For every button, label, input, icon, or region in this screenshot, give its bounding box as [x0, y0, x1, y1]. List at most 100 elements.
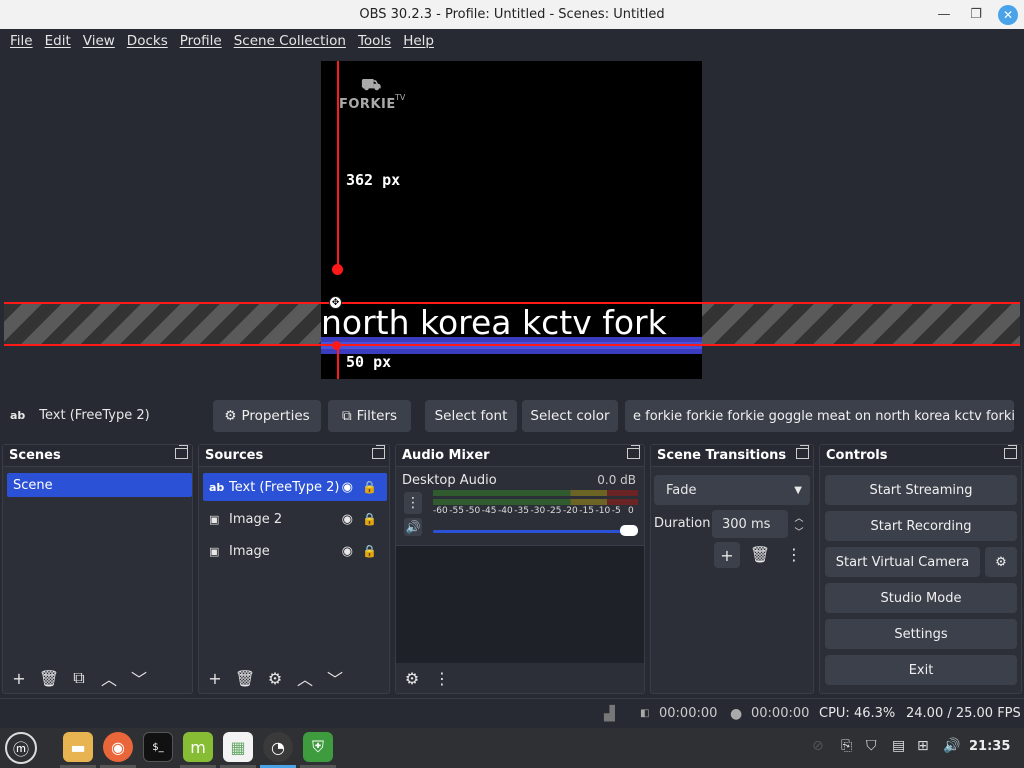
menu-profile[interactable]: Profile — [174, 33, 228, 49]
menu-tools[interactable]: Tools — [352, 33, 397, 49]
selection-bottom-edge — [4, 344, 1020, 346]
eye-icon[interactable]: ◉ — [342, 544, 353, 559]
meter-scale-label: -45 — [481, 506, 497, 516]
select-color-button[interactable]: Select color — [522, 400, 618, 432]
move-scene-up-button[interactable]: ︿ — [97, 666, 121, 690]
menu-help[interactable]: Help — [397, 33, 440, 49]
text-source-icon: ab — [209, 480, 225, 494]
move-source-down-button[interactable]: ﹀ — [323, 666, 347, 690]
transition-select[interactable]: Fade ▼ — [654, 475, 810, 505]
meter-scale-label: -50 — [465, 506, 481, 516]
meter-scale-label: -30 — [530, 506, 546, 516]
menu-bar: File Edit View Docks Profile Scene Colle… — [0, 29, 1024, 53]
minimize-button[interactable]: — — [928, 0, 960, 29]
obs-icon[interactable]: ◔ — [263, 732, 293, 762]
clock[interactable]: 21:35 — [969, 739, 1010, 754]
text-source-icon: ab — [10, 409, 26, 422]
start-streaming-button[interactable]: Start Streaming — [825, 475, 1017, 505]
menu-scene-collection[interactable]: Scene Collection — [228, 33, 352, 49]
guide-handle-top[interactable] — [332, 264, 343, 275]
mintupdate-icon[interactable]: m — [183, 732, 213, 762]
menu-edit[interactable]: Edit — [39, 33, 77, 49]
remove-scene-button[interactable]: 🗑 — [37, 666, 61, 690]
studio-mode-button[interactable]: Studio Mode — [825, 583, 1017, 613]
logo-icon: ⛟ — [361, 75, 382, 94]
duration-stepper[interactable]: ︿ ﹀ — [790, 510, 808, 538]
audio-mixer-dock: Audio Mixer Desktop Audio 0.0 dB ⋮ 🔊 -60… — [395, 444, 645, 694]
undock-icon[interactable] — [175, 445, 188, 459]
menu-file[interactable]: File — [4, 33, 39, 49]
clipboard-icon[interactable]: ⎘ — [841, 738, 852, 754]
dropdown-arrow-icon: ▼ — [794, 484, 802, 496]
start-recording-button[interactable]: Start Recording — [825, 511, 1017, 541]
network-icon[interactable]: ⊞ — [917, 738, 929, 754]
guide-handle-bottom[interactable] — [332, 341, 341, 350]
exit-button[interactable]: Exit — [825, 655, 1017, 685]
remove-transition-button[interactable]: 🗑 — [748, 542, 772, 566]
audio-menu-button[interactable]: ⋮ — [404, 492, 422, 514]
firefox-icon[interactable]: ◉ — [103, 732, 133, 762]
source-item-text[interactable]: ab Text (FreeType 2) ◉ 🔒 — [203, 473, 387, 501]
select-font-button[interactable]: Select font — [425, 400, 517, 432]
chevron-up-icon: ︿ — [296, 670, 313, 689]
source-item-image-2[interactable]: ▣ Image 2 ◉ 🔒 — [203, 505, 387, 533]
advanced-audio-button[interactable]: ⚙ — [400, 666, 424, 690]
chevron-up-icon[interactable]: ︿ — [794, 511, 803, 524]
audio-mixer-menu-button[interactable]: ⋮ — [430, 666, 454, 690]
window-title: OBS 30.2.3 - Profile: Untitled - Scenes:… — [359, 7, 665, 22]
source-item-image[interactable]: ▣ Image ◉ 🔒 — [203, 537, 387, 565]
add-scene-button[interactable]: + — [7, 666, 31, 690]
kebab-icon: ⋮ — [406, 495, 420, 511]
audio-channel-name: Desktop Audio — [402, 473, 497, 488]
shield-app-icon[interactable]: ⛨ — [303, 732, 333, 762]
maximize-button[interactable]: ❐ — [960, 0, 992, 29]
undock-icon[interactable] — [1004, 445, 1017, 459]
move-source-up-button[interactable]: ︿ — [293, 666, 317, 690]
undock-icon[interactable] — [372, 445, 385, 459]
source-text-field[interactable]: e forkie forkie forkie goggle meat on no… — [625, 400, 1014, 432]
virtual-camera-settings-button[interactable]: ⚙ — [985, 547, 1017, 577]
undock-icon[interactable] — [796, 445, 809, 459]
move-scene-down-button[interactable]: ﹀ — [127, 666, 151, 690]
terminal-icon[interactable]: $_ — [143, 732, 173, 762]
mute-button[interactable]: 🔊 — [404, 518, 422, 536]
properties-button[interactable]: ⚙ Properties — [213, 400, 321, 432]
menu-view[interactable]: View — [77, 33, 121, 49]
mint-menu-icon[interactable]: ⓜ — [5, 732, 37, 764]
network-off-icon[interactable]: ⊘ — [812, 738, 824, 754]
files-icon[interactable]: ▬ — [63, 732, 93, 762]
volume-slider-thumb[interactable] — [620, 525, 638, 536]
network-signal-icon: ▟ — [604, 705, 615, 722]
lock-icon[interactable]: 🔒 — [362, 480, 377, 494]
filters-button[interactable]: ⧉ Filters — [328, 400, 411, 432]
transition-menu-button[interactable]: ⋮ — [782, 542, 806, 566]
chevron-down-icon[interactable]: ﹀ — [794, 525, 803, 538]
app-grid-icon[interactable]: ▦ — [223, 732, 253, 762]
duration-input[interactable]: 300 ms — [712, 510, 788, 538]
record-time: 00:00:00 — [751, 706, 810, 721]
fps-readout: 24.00 / 25.00 FPS — [906, 706, 1021, 721]
shield-tray-icon[interactable]: ⛉ — [866, 738, 877, 754]
settings-button[interactable]: Settings — [825, 619, 1017, 649]
scene-list-item[interactable]: Scene — [7, 473, 192, 497]
eye-icon[interactable]: ◉ — [342, 512, 353, 527]
source-properties-button[interactable]: ⚙ — [263, 666, 287, 690]
add-transition-button[interactable]: + — [714, 542, 740, 568]
scene-filters-button[interactable]: ⧉ — [67, 666, 91, 690]
notes-icon[interactable]: ▤ — [892, 738, 905, 754]
restore-icon: ❐ — [970, 7, 982, 22]
close-button[interactable]: ✕ — [992, 0, 1024, 29]
remove-source-button[interactable]: 🗑 — [233, 666, 257, 690]
undock-icon[interactable] — [627, 445, 640, 459]
lock-icon[interactable]: 🔒 — [362, 512, 377, 526]
add-source-button[interactable]: + — [203, 666, 227, 690]
lock-icon[interactable]: 🔒 — [362, 544, 377, 558]
scrolling-text-source[interactable]: north korea kctv fork — [321, 306, 702, 340]
menu-docks[interactable]: Docks — [121, 33, 174, 49]
volume-icon[interactable]: 🔊 — [943, 738, 960, 754]
eye-icon[interactable]: ◉ — [342, 480, 353, 495]
meter-scale-label: -40 — [498, 506, 513, 516]
volume-slider-track[interactable] — [433, 530, 638, 533]
duration-label: Duration — [654, 516, 711, 531]
start-virtual-camera-button[interactable]: Start Virtual Camera — [825, 547, 980, 577]
